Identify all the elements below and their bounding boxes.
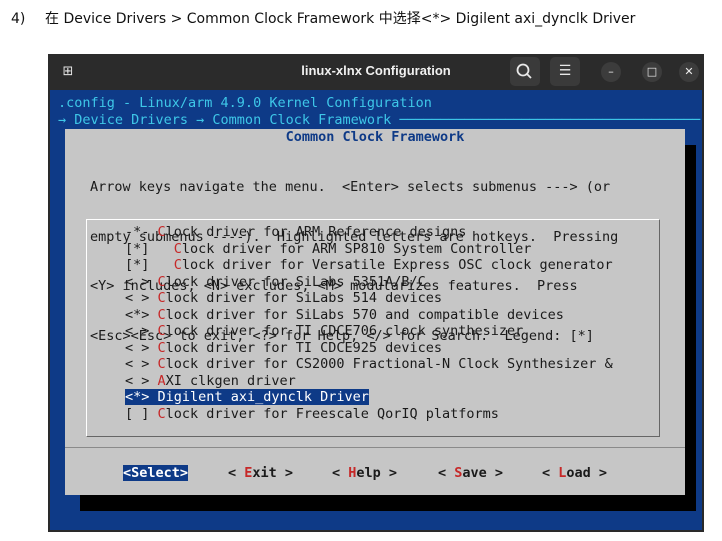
item-state: < >: [125, 290, 150, 306]
exit-button[interactable]: < Exit >: [228, 465, 293, 481]
dialog-title: Common Clock Framework: [285, 129, 465, 145]
breadcrumb: → Device Drivers → Common Clock Framewor…: [58, 112, 701, 128]
select-button[interactable]: <Select>: [123, 465, 189, 481]
close-icon[interactable]: ✕: [679, 62, 699, 82]
item-label: igilent axi_dynclk Driver: [165, 389, 369, 405]
item-label: XI clkgen driver: [165, 372, 296, 389]
item-label: lock driver for SiLabs 5351A/B/C: [165, 273, 426, 290]
doc-step: 4) 在 Device Drivers > Common Clock Framew…: [11, 8, 635, 28]
menuconfig-dialog: Common Clock Framework Arrow keys naviga…: [65, 129, 685, 495]
button-label: elp >: [356, 465, 398, 481]
item-label: lock driver for TI CDCE925 devices: [165, 339, 443, 356]
item-hotkey: C: [157, 224, 166, 240]
button-label: oad >: [566, 465, 608, 481]
button-label: elect>: [139, 465, 189, 481]
button-label: xit >: [252, 465, 294, 481]
item-hotkey: D: [157, 389, 166, 405]
menu-item[interactable]: [ ] Clock driver for Freescale QorIQ pla…: [125, 406, 499, 422]
item-label: lock driver for CS2000 Fractional-N Cloc…: [165, 356, 613, 372]
save-button[interactable]: < Save >: [438, 465, 503, 481]
item-label: lock driver for Freescale QorIQ platform…: [165, 405, 499, 422]
menu-item[interactable]: < > AXI clkgen driver: [125, 373, 296, 389]
help-line: Arrow keys navigate the menu. <Enter> se…: [90, 179, 611, 195]
item-state: <*>: [125, 389, 150, 405]
item-hotkey: C: [157, 290, 166, 306]
step-instruction: 在 Device Drivers > Common Clock Framewor…: [45, 11, 636, 27]
dialog-shadow-right: [685, 145, 696, 505]
terminal-area[interactable]: .config - Linux/arm 4.9.0 Kernel Configu…: [50, 90, 702, 530]
item-label: lock driver for SiLabs 570 and compatibl…: [165, 306, 564, 323]
item-hotkey: C: [157, 405, 166, 422]
menu-item[interactable]: [*] Clock driver for Versatile Express O…: [125, 257, 613, 273]
button-bracket: <: [542, 465, 559, 481]
config-header: .config - Linux/arm 4.9.0 Kernel Configu…: [58, 95, 432, 111]
button-label: ave >: [462, 465, 504, 481]
maximize-icon[interactable]: □: [642, 62, 662, 82]
menu-item[interactable]: < > Clock driver for CS2000 Fractional-N…: [125, 356, 613, 372]
item-label: lock driver for TI CDCE706 clock synthes…: [165, 323, 524, 339]
menu-item[interactable]: < > Clock driver for SiLabs 514 devices: [125, 290, 442, 306]
item-state: [ ]: [125, 405, 150, 422]
item-state: < >: [125, 356, 150, 372]
button-bracket: <: [123, 465, 132, 481]
menu-item[interactable]: < > Clock driver for TI CDCE706 clock sy…: [125, 323, 523, 339]
button-bracket: <: [228, 465, 245, 481]
item-state: [*]: [125, 240, 150, 257]
menu-item[interactable]: < > Clock driver for SiLabs 5351A/B/C: [125, 274, 426, 290]
item-label: lock driver for Versatile Express OSC cl…: [181, 257, 613, 273]
minimize-icon[interactable]: –: [601, 62, 621, 82]
step-number: 4): [11, 11, 26, 27]
item-state: < >: [125, 323, 150, 339]
item-hotkey: C: [173, 240, 182, 257]
terminal-window: ⊞ linux-xlnx Configuration ☰ – □ ✕ .conf…: [48, 54, 704, 532]
help-button[interactable]: < Help >: [332, 465, 397, 481]
menu-list: -*- Clock driver for ARM Reference desig…: [86, 219, 660, 437]
item-hotkey: C: [157, 273, 166, 290]
button-bracket: <: [438, 465, 455, 481]
item-label: lock driver for SiLabs 514 devices: [165, 290, 443, 306]
dialog-shadow-bottom: [80, 495, 696, 511]
menu-item[interactable]: <*> Clock driver for SiLabs 570 and comp…: [125, 307, 564, 323]
item-hotkey: C: [157, 339, 166, 356]
item-state: [*]: [125, 257, 150, 273]
item-state: < >: [125, 339, 150, 356]
item-hotkey: C: [157, 323, 166, 339]
button-bracket: <: [332, 465, 349, 481]
item-state: < >: [125, 372, 150, 389]
item-hotkey: C: [173, 257, 182, 273]
menu-item-selected[interactable]: <*> Digilent axi_dynclk Driver: [125, 389, 369, 405]
item-state: < >: [125, 273, 150, 290]
item-label: lock driver for ARM SP810 System Control…: [181, 240, 532, 257]
menu-item[interactable]: < > Clock driver for TI CDCE925 devices: [125, 340, 442, 356]
item-hotkey: A: [157, 372, 166, 389]
menu-item[interactable]: [*] Clock driver for ARM SP810 System Co…: [125, 241, 531, 257]
load-button[interactable]: < Load >: [542, 465, 607, 481]
menu-item[interactable]: -*- Clock driver for ARM Reference desig…: [125, 224, 466, 240]
title-bar: ⊞ linux-xlnx Configuration ☰ – □ ✕: [48, 54, 704, 90]
item-state: <*>: [125, 306, 150, 323]
item-label: lock driver for ARM Reference designs: [165, 224, 467, 240]
menu-icon[interactable]: ☰: [550, 57, 580, 86]
item-state: -*-: [125, 224, 150, 240]
search-icon[interactable]: [510, 57, 540, 86]
item-hotkey: C: [157, 306, 166, 323]
item-hotkey: C: [157, 356, 166, 372]
button-separator: [65, 447, 685, 448]
